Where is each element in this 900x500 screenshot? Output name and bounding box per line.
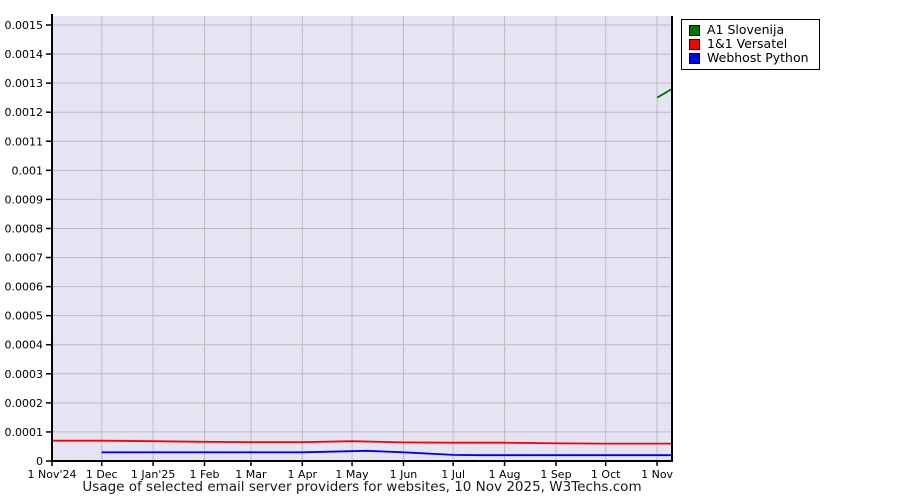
legend-item: 1&1 Versatel (689, 37, 809, 51)
y-axis-tick-label: 0 (36, 455, 43, 468)
legend-item-label: A1 Slovenija (707, 22, 785, 37)
y-axis-tick-label: 0.0008 (5, 222, 44, 235)
y-axis-tick-label: 0.0009 (5, 193, 44, 206)
w3techs-usage-chart: 0 0.0001 0.0002 0.0003 0.0004 0.0005 0.0006 0.0… (0, 0, 900, 500)
y-axis-tick-label: 0.0004 (5, 339, 44, 352)
y-axis-tick-label: 0.001 (12, 164, 44, 177)
y-axis-tick-label: 0.0014 (5, 48, 44, 61)
legend-swatch-icon (689, 52, 700, 64)
y-axis-tick-label: 0.0013 (5, 77, 44, 90)
legend-item: A1 Slovenija (689, 23, 809, 37)
usage-line-chart-canvas: 0 0.0001 0.0002 0.0003 0.0004 0.0005 0.0006 0.0… (5, 14, 674, 481)
legend-swatch-icon (689, 38, 700, 50)
y-axis-tick-label: 0.0005 (5, 310, 44, 323)
legend-item-label: Webhost Python (707, 50, 809, 65)
y-axis-tick-label: 0.0015 (5, 19, 44, 32)
chart-legend: A1 Slovenija 1&1 Versatel Webhost Python (681, 19, 820, 70)
y-axis-tick-label: 0.0006 (5, 281, 44, 294)
y-axis-tick-label: 0.0011 (5, 135, 44, 148)
legend-swatch-icon (689, 24, 700, 36)
y-axis-tick-label: 0.0002 (5, 397, 44, 410)
y-axis-tick-label: 0.0007 (5, 252, 44, 265)
legend-item-label: 1&1 Versatel (707, 36, 788, 51)
y-axis-tick-label: 0.0003 (5, 368, 44, 381)
chart-caption: Usage of selected email server providers… (82, 479, 642, 495)
y-axis-tick-label: 0.0001 (5, 426, 44, 439)
y-axis-tick-label: 0.0012 (5, 106, 44, 119)
legend-item: Webhost Python (689, 51, 809, 65)
